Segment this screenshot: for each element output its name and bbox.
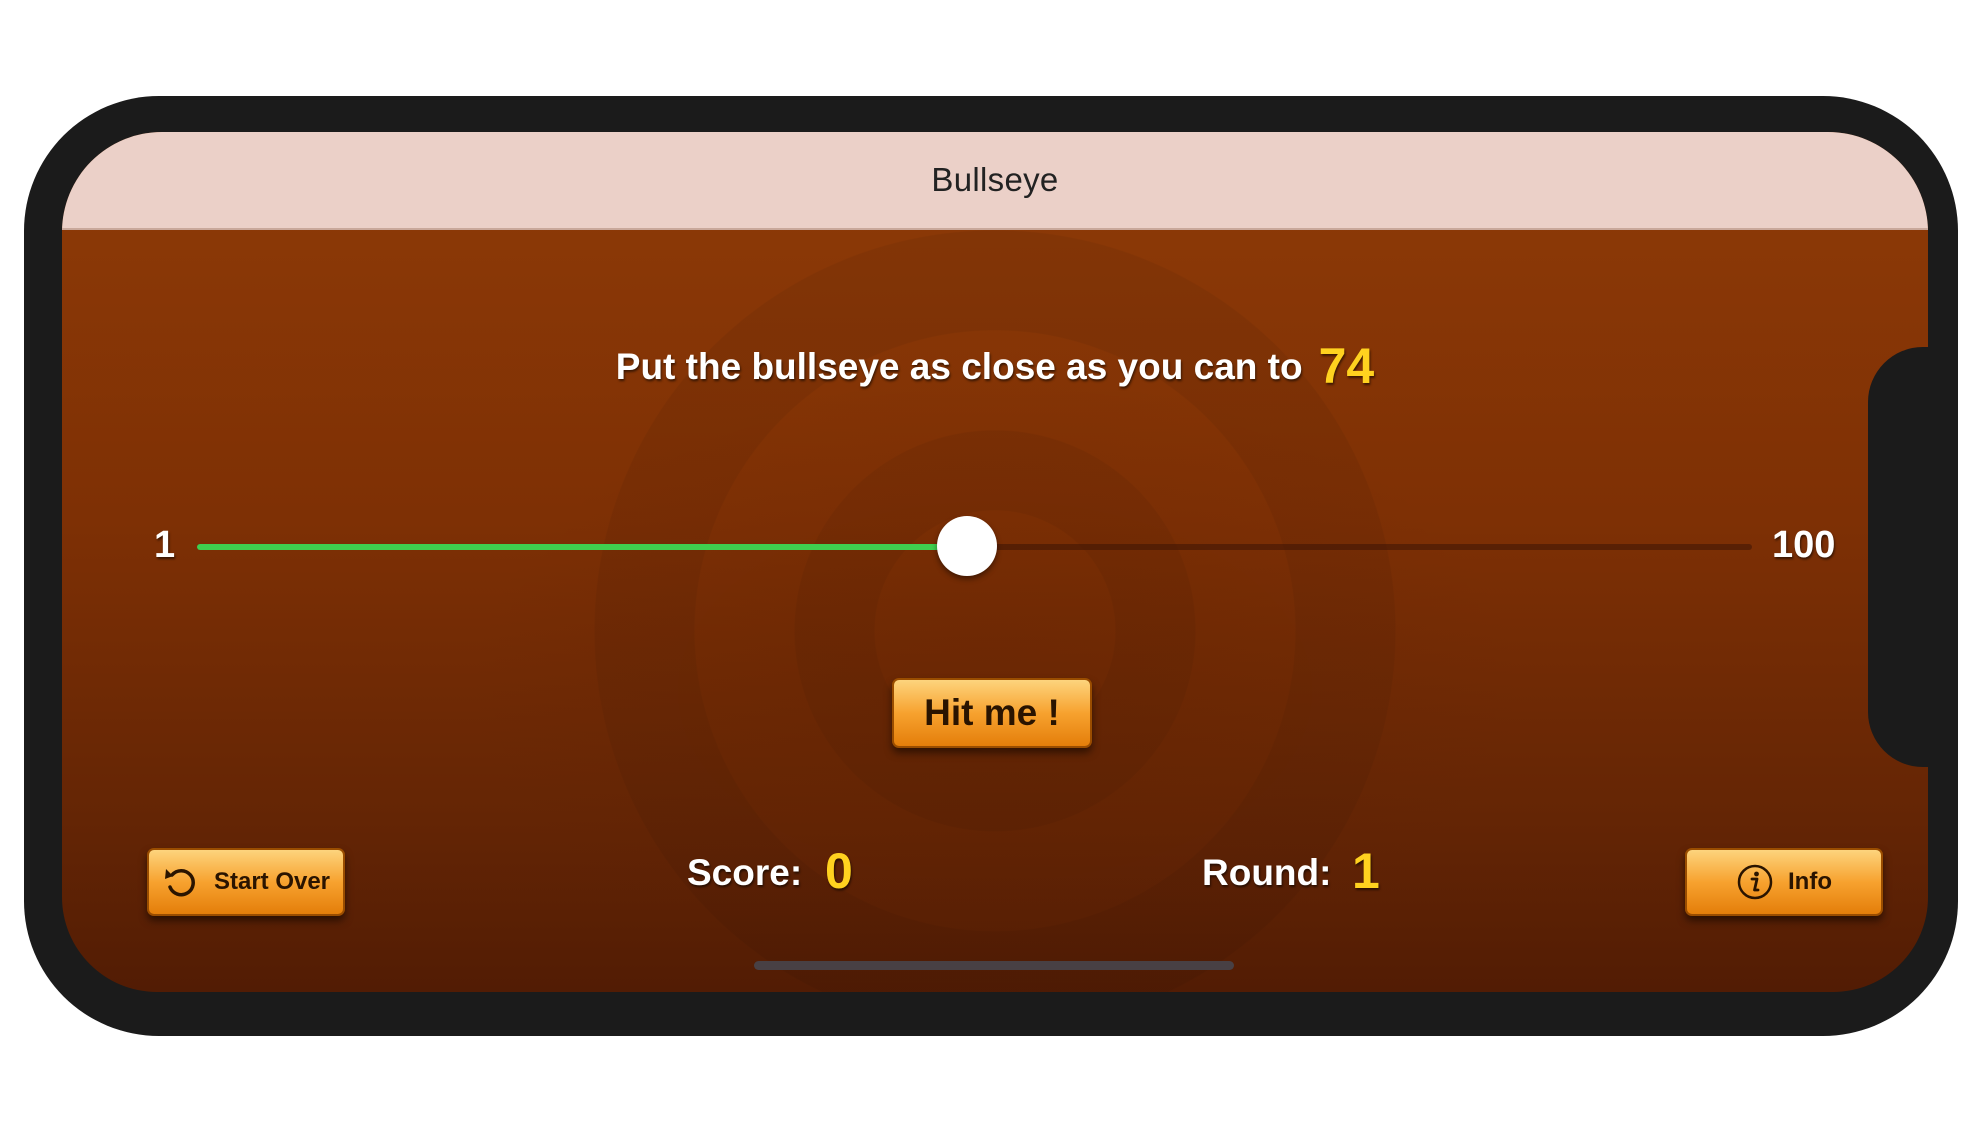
camera-notch <box>1868 347 1928 767</box>
slider-max-label: 100 <box>1772 524 1836 566</box>
undo-icon <box>162 863 200 901</box>
prompt-text: Put the bullseye as close as you can to 7… <box>62 337 1928 395</box>
info-icon <box>1736 863 1774 901</box>
round-label: Round: <box>1202 852 1332 893</box>
score-label: Score: <box>687 852 803 893</box>
info-button[interactable]: Info <box>1685 848 1883 916</box>
slider-thumb[interactable] <box>936 516 997 576</box>
app-screen: Bullseye Put the bullseye as close as yo… <box>62 132 1928 992</box>
hit-me-button[interactable]: Hit me ! <box>892 678 1092 748</box>
prompt-label: Put the bullseye as close as you can to <box>615 346 1303 387</box>
home-indicator[interactable] <box>754 961 1234 970</box>
navigation-bar: Bullseye <box>62 132 1928 230</box>
target-value: 74 <box>1318 338 1375 394</box>
start-over-label: Start Over <box>213 868 331 895</box>
value-slider[interactable] <box>197 516 1752 576</box>
round-value: 1 <box>1352 843 1380 899</box>
start-over-button[interactable]: Start Over <box>147 848 345 916</box>
slider-min-label: 1 <box>154 524 176 566</box>
nav-title: Bullseye <box>931 161 1059 198</box>
slider-fill <box>197 544 967 550</box>
score-value: 0 <box>825 843 853 899</box>
info-label: Info <box>1788 868 1832 895</box>
